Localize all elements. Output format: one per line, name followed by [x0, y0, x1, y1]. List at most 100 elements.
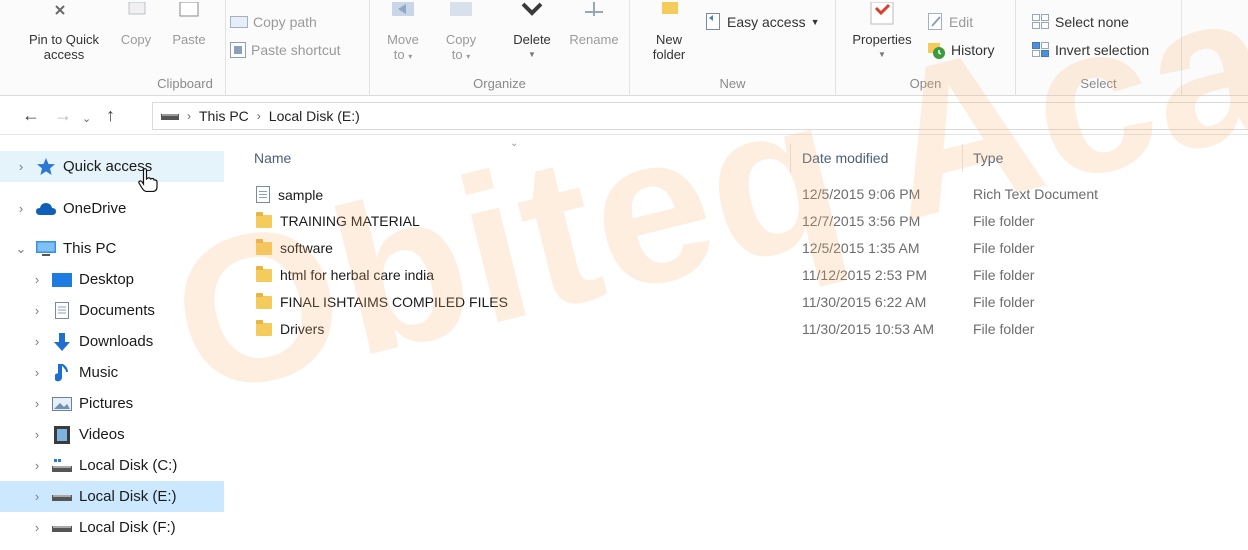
organize-group: Move to ▾ Copy to ▾ Delete ▼ Rename Orga…	[370, 0, 630, 96]
forward-arrow-icon[interactable]: →	[54, 105, 72, 125]
document-icon	[256, 186, 270, 203]
videos-icon	[52, 425, 72, 444]
column-divider[interactable]	[962, 144, 963, 172]
breadcrumb-separator-icon: ›	[256, 109, 261, 123]
music-icon	[52, 363, 72, 381]
cloud-icon	[36, 201, 56, 217]
sort-chevron-icon: ⌄	[510, 138, 519, 149]
pictures-icon	[52, 396, 72, 412]
ribbon: Pin to Quick access Copy Paste Copy path…	[0, 0, 1248, 96]
properties-icon	[870, 2, 894, 25]
nav-item-desktop[interactable]: › Desktop	[0, 264, 224, 295]
nav-item-this-pc[interactable]: ⌄ This PC	[0, 233, 224, 264]
chevron-right-icon[interactable]: ›	[14, 201, 28, 216]
easy-access-button[interactable]: Easy access ▼	[706, 13, 820, 31]
folder-icon	[256, 265, 272, 282]
computer-icon	[36, 240, 56, 257]
clipboard-group: Pin to Quick access Copy Paste Copy path…	[0, 0, 341, 96]
recent-locations-chevron-icon[interactable]: ⌄	[82, 109, 91, 129]
star-icon	[36, 158, 56, 175]
pin-to-quick-access-button[interactable]: Pin to Quick access	[16, 2, 112, 62]
nav-item-onedrive[interactable]: › OneDrive	[0, 193, 224, 224]
download-icon	[52, 332, 72, 351]
nav-item-downloads[interactable]: › Downloads	[0, 326, 224, 357]
navigation-bar: ← → ⌄ ↑ › This PC › Local Disk (E:)	[0, 97, 1248, 135]
chevron-right-icon[interactable]: ›	[30, 427, 44, 442]
column-divider[interactable]	[790, 144, 791, 172]
properties-button[interactable]: Properties ▼	[844, 2, 920, 62]
nav-item-documents[interactable]: › Documents	[0, 295, 224, 326]
drive-icon	[52, 458, 72, 474]
delete-icon	[521, 2, 543, 16]
new-group: New folder Easy access ▼ New	[630, 0, 836, 96]
clipboard-group-extra	[226, 0, 370, 96]
chevron-right-icon[interactable]: ›	[30, 365, 44, 380]
drive-icon	[52, 520, 72, 536]
new-folder-button[interactable]: New folder	[642, 2, 696, 62]
select-group-label: Select	[1080, 76, 1117, 91]
select-none-button[interactable]: Select none	[1032, 14, 1129, 30]
file-row[interactable]: html for herbal care india 11/12/2015 2:…	[240, 262, 1240, 289]
chevron-right-icon[interactable]: ›	[30, 489, 44, 504]
nav-item-videos[interactable]: › Videos	[0, 419, 224, 450]
delete-button[interactable]: Delete ▼	[506, 2, 558, 62]
navigation-pane: › Quick access › OneDrive ⌄ This PC › De…	[0, 136, 240, 550]
nav-item-local-disk-c[interactable]: › Local Disk (C:)	[0, 450, 224, 481]
column-header-date-modified[interactable]: Date modified	[802, 150, 888, 166]
select-group: Select none Invert selection Select	[1016, 0, 1182, 96]
breadcrumb-this-pc[interactable]: This PC	[199, 108, 249, 124]
hand-cursor-icon	[138, 168, 158, 198]
documents-icon	[52, 302, 72, 319]
chevron-right-icon[interactable]: ›	[14, 159, 28, 174]
copy-to-button[interactable]: Copy to ▾	[438, 2, 484, 64]
chevron-right-icon[interactable]: ›	[30, 458, 44, 473]
move-to-icon	[392, 2, 414, 16]
invert-selection-icon	[1032, 42, 1049, 57]
rename-button[interactable]: Rename	[564, 2, 624, 47]
open-group: Properties ▼ Edit History Open	[836, 0, 1016, 96]
back-arrow-icon[interactable]: ←	[22, 105, 40, 125]
chevron-right-icon[interactable]: ›	[30, 396, 44, 411]
move-to-button[interactable]: Move to ▾	[380, 2, 426, 64]
folder-icon	[256, 211, 272, 228]
edit-icon	[928, 13, 942, 30]
nav-item-quick-access[interactable]: › Quick access	[0, 151, 224, 182]
history-button[interactable]: History	[928, 41, 995, 59]
chevron-down-icon[interactable]: ⌄	[14, 241, 28, 257]
file-row[interactable]: sample 12/5/2015 9:06 PM Rich Text Docum…	[240, 181, 1240, 208]
file-row[interactable]: Drivers 11/30/2015 10:53 AM File folder	[240, 316, 1240, 343]
breadcrumb-local-disk-e[interactable]: Local Disk (E:)	[269, 108, 360, 124]
nav-item-local-disk-e[interactable]: › Local Disk (E:)	[0, 481, 224, 512]
folder-icon	[256, 238, 272, 255]
open-group-label: Open	[909, 76, 942, 91]
drive-icon	[52, 489, 72, 505]
file-row[interactable]: software 12/5/2015 1:35 AM File folder	[240, 235, 1240, 262]
file-list: ⌄ Name Date modified Type sample 12/5/20…	[240, 136, 1248, 550]
column-header-type[interactable]: Type	[973, 150, 1003, 166]
chevron-right-icon[interactable]: ›	[30, 334, 44, 349]
chevron-right-icon[interactable]: ›	[30, 272, 44, 287]
chevron-right-icon[interactable]: ›	[30, 520, 44, 535]
copy-button[interactable]: Copy	[114, 2, 158, 47]
up-arrow-icon[interactable]: ↑	[106, 105, 115, 125]
file-row[interactable]: FINAL ISHTAIMS COMPILED FILES 11/30/2015…	[240, 289, 1240, 316]
invert-selection-button[interactable]: Invert selection	[1032, 42, 1149, 58]
easy-access-icon	[706, 13, 720, 30]
paste-button[interactable]: Paste	[166, 2, 212, 47]
nav-item-local-disk-f[interactable]: › Local Disk (F:)	[0, 512, 224, 543]
paste-icon	[179, 2, 199, 17]
address-bar[interactable]: › This PC › Local Disk (E:)	[152, 102, 1248, 130]
organize-group-label: Organize	[473, 76, 526, 91]
rename-icon	[585, 2, 603, 16]
select-none-icon	[1032, 14, 1049, 29]
nav-item-pictures[interactable]: › Pictures	[0, 388, 224, 419]
nav-item-music[interactable]: › Music	[0, 357, 224, 388]
file-row[interactable]: TRAINING MATERIAL 12/7/2015 3:56 PM File…	[240, 208, 1240, 235]
edit-button[interactable]: Edit	[928, 13, 973, 31]
desktop-icon	[52, 272, 72, 288]
breadcrumb-separator-icon: ›	[187, 109, 191, 123]
folder-icon	[256, 292, 272, 309]
new-group-label: New	[719, 76, 746, 91]
column-header-name[interactable]: Name	[254, 150, 291, 166]
chevron-right-icon[interactable]: ›	[30, 303, 44, 318]
